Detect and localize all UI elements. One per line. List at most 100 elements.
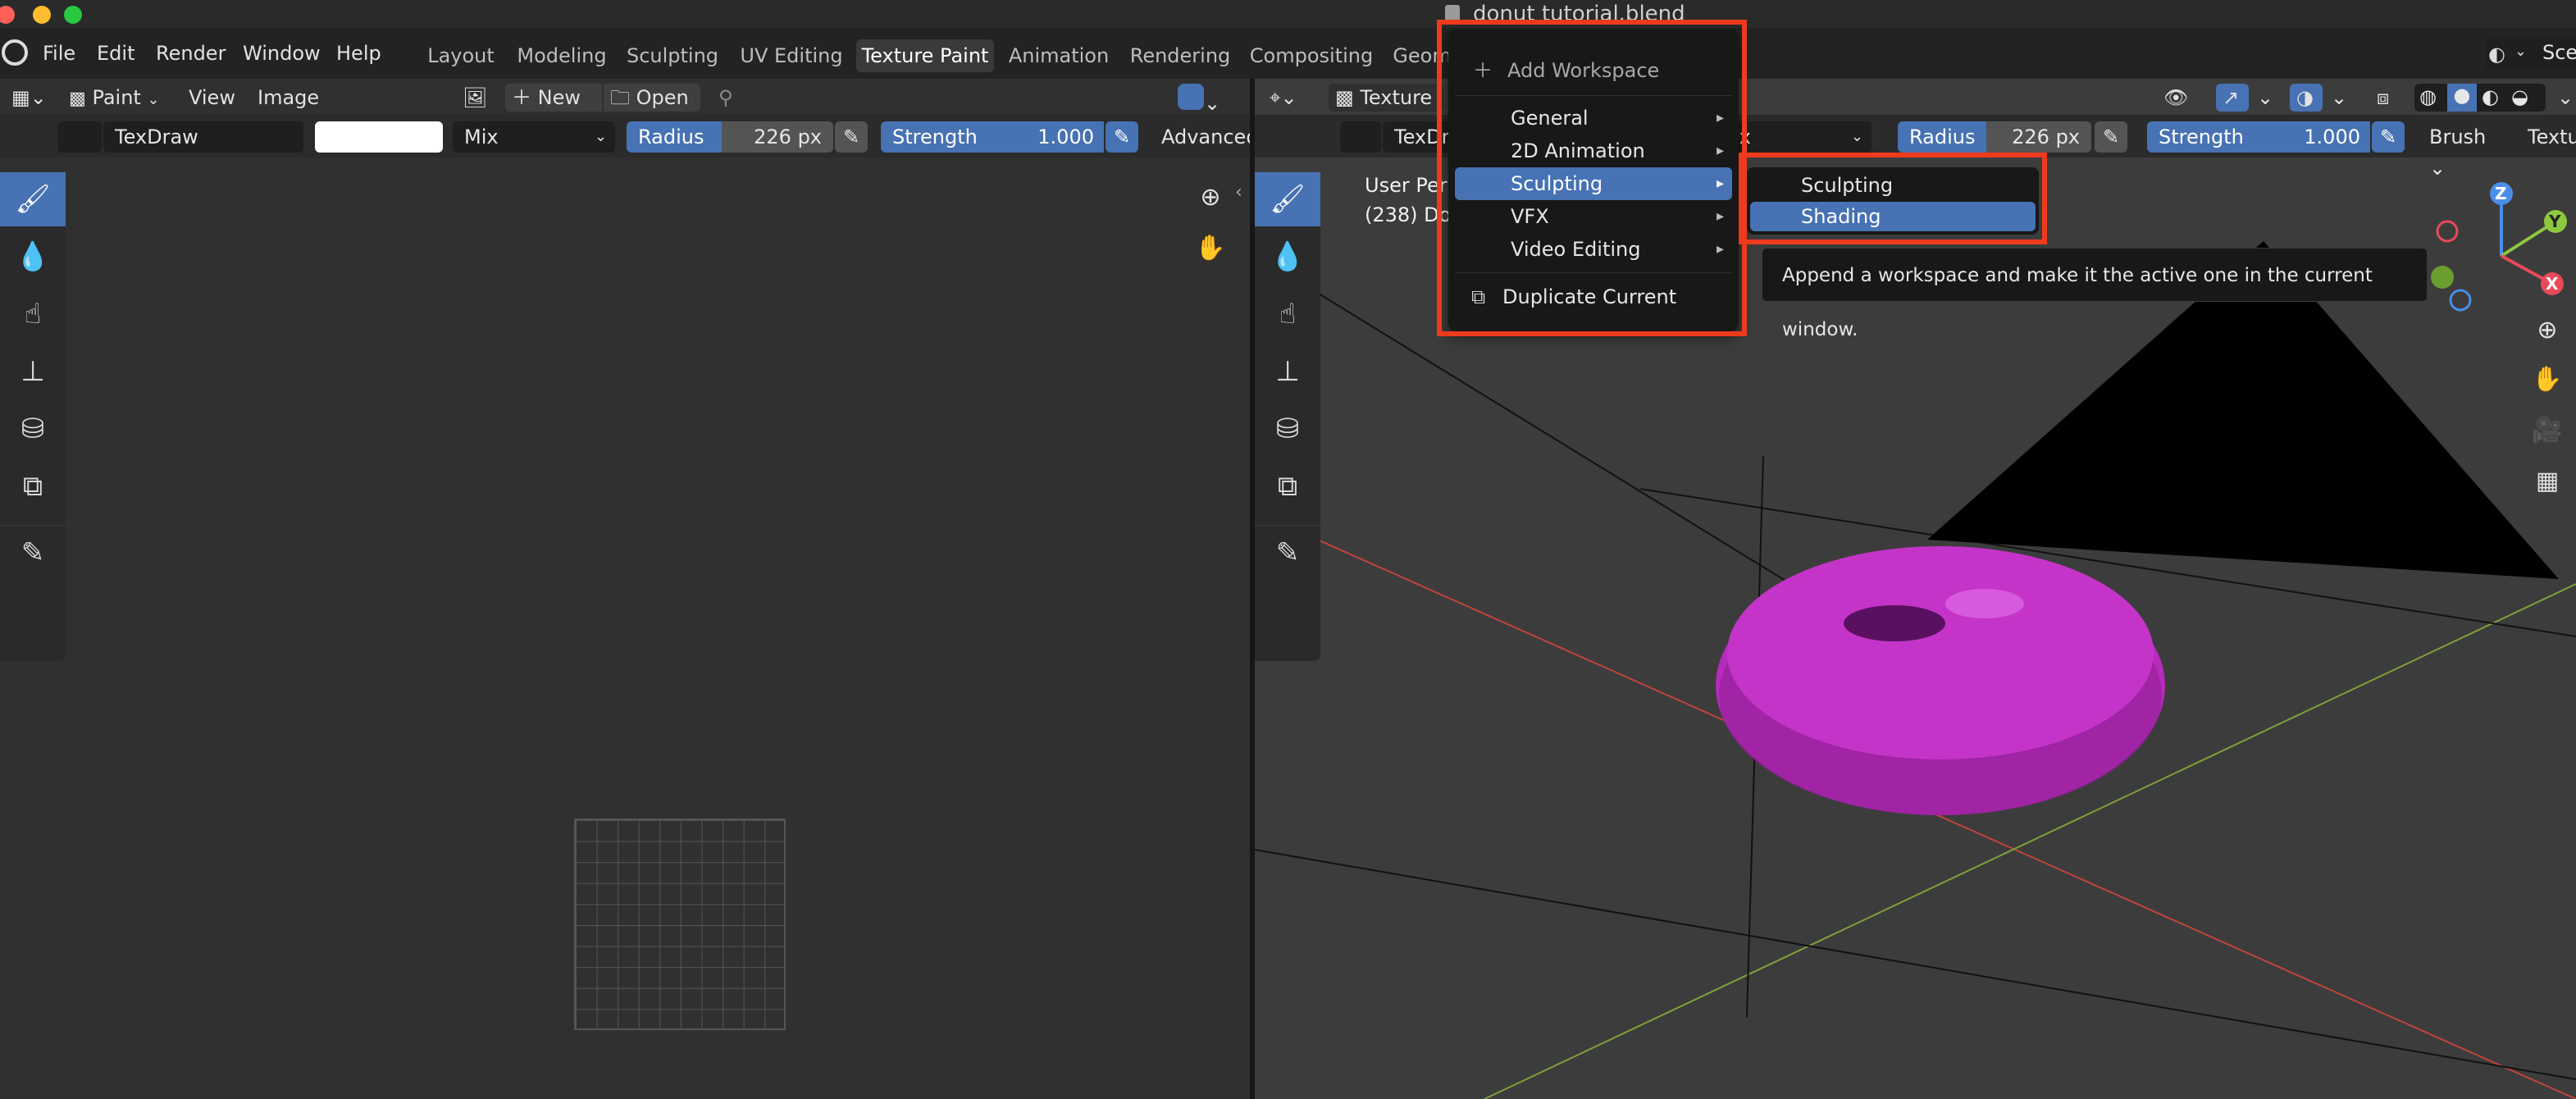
fill-bucket-icon[interactable]: ⛁ <box>1255 402 1320 456</box>
tooltip: Append a workspace and make it the activ… <box>1762 248 2428 340</box>
soften-icon[interactable]: 💧 <box>0 230 66 284</box>
fill-bucket-icon[interactable]: ⛁ <box>0 402 66 456</box>
strength-value: 1.000 <box>2304 125 2360 148</box>
radius-pressure-icon[interactable]: ✎ <box>835 121 868 153</box>
strength-pressure-icon[interactable]: ✎ <box>1106 121 1138 153</box>
minimize-window-button[interactable] <box>33 6 51 24</box>
brush-color-swatch[interactable] <box>315 121 443 153</box>
brush-name-field[interactable]: TexDraw <box>103 121 303 153</box>
solid-shading-icon[interactable]: ● <box>2447 84 2477 112</box>
image-browse-icon[interactable]: 🖼⌄ <box>456 84 502 137</box>
close-window-button[interactable] <box>0 6 15 24</box>
tab-rendering[interactable]: Rendering <box>1124 39 1237 72</box>
xray-toggle-icon[interactable]: ⧈ <box>2370 84 2403 112</box>
tab-animation[interactable]: Animation <box>1005 39 1112 72</box>
material-shading-icon[interactable]: ◐ <box>2482 85 2499 108</box>
tab-uv-editing[interactable]: UV Editing <box>735 39 848 72</box>
blender-logo-icon[interactable] <box>2 39 28 66</box>
ortho-grid-icon[interactable]: ▦ <box>2526 459 2569 502</box>
strength-pressure-icon[interactable]: ✎ <box>2372 121 2405 153</box>
smear-icon[interactable]: ☝ <box>0 287 66 341</box>
menu-edit[interactable]: Edit <box>97 38 134 69</box>
image-menu[interactable]: Image <box>251 84 326 112</box>
radius-label: Radius <box>1898 121 1986 153</box>
pin-icon[interactable]: ⚲ <box>712 84 745 112</box>
editor-type-icon[interactable]: ▦⌄ <box>5 84 49 112</box>
radius-slider[interactable]: 226 px <box>722 121 833 153</box>
rendered-shading-icon[interactable]: ◒ <box>2511 85 2528 108</box>
menu-window[interactable]: Window <box>243 38 321 69</box>
scene-name: Sce <box>2542 41 2576 64</box>
advanced-dropdown[interactable]: Advanced <box>1150 121 1259 153</box>
tab-compositing[interactable]: Compositing <box>1248 39 1375 72</box>
tab-modeling[interactable]: Modeling <box>515 39 609 72</box>
annotate-icon[interactable]: ✎ <box>1255 525 1320 579</box>
pan-hand-icon[interactable]: ✋ <box>2526 358 2569 400</box>
clone-stamp-icon[interactable]: ⊥ <box>0 344 66 399</box>
radius-slider[interactable]: 226 px <box>1986 121 2091 153</box>
tab-sculpting[interactable]: Sculpting <box>623 39 722 72</box>
chevron-down-icon[interactable]: ⌄ <box>2324 84 2349 112</box>
menu-file[interactable]: File <box>43 38 75 69</box>
open-image-button[interactable]: 🗀 Open <box>604 84 700 112</box>
grid-line <box>1255 849 2576 1080</box>
strength-slider[interactable]: Strength 1.000 <box>881 121 1104 153</box>
viewport-mode-selector[interactable]: ▩ Texture <box>1329 84 1443 112</box>
strength-label: Strength <box>2159 125 2244 148</box>
top-bar: File Edit Render Window Help Layout Mode… <box>0 28 2576 79</box>
tab-texture-paint[interactable]: Texture Paint <box>856 39 994 72</box>
blend-mode-dropdown[interactable]: Mix ⌄ <box>453 121 615 153</box>
editor-type-icon[interactable]: ⌖⌄ <box>1263 84 1320 112</box>
camera-view-icon[interactable]: 🎥 <box>2526 408 2569 451</box>
mode-label: Paint <box>92 86 141 109</box>
new-image-button[interactable]: ＋ New <box>505 84 602 112</box>
donut-highlight <box>1945 589 2024 618</box>
zoom-window-button[interactable] <box>64 6 82 24</box>
menu-help[interactable]: Help <box>336 38 381 69</box>
tab-layout[interactable]: Layout <box>423 39 499 72</box>
draw-brush-icon[interactable]: 🖌 <box>1255 172 1320 226</box>
menu-render[interactable]: Render <box>156 38 226 69</box>
mask-icon[interactable]: ⧉ <box>1255 459 1320 513</box>
checker-icon: ▩ <box>1335 86 1361 109</box>
plus-icon: ＋ <box>512 86 538 109</box>
chevron-down-icon[interactable]: ⌄ <box>2551 84 2575 112</box>
overlay-toggle-icon[interactable]: ⌄ <box>1171 84 1229 115</box>
smear-icon[interactable]: ☝ <box>1255 287 1320 341</box>
zoom-icon[interactable]: ⊕ <box>2526 308 2569 351</box>
folder-icon: 🗀 <box>610 86 636 109</box>
highlight-box-submenu <box>1739 153 2047 244</box>
zoom-icon[interactable]: ⊕ <box>1189 176 1232 218</box>
view-menu[interactable]: View <box>182 84 242 112</box>
checker-icon: ▩ <box>69 89 86 109</box>
strength-slider[interactable]: Strength 1.000 <box>2147 121 2370 153</box>
clone-stamp-icon[interactable]: ⊥ <box>1255 344 1320 399</box>
annotate-icon[interactable]: ✎ <box>0 525 66 579</box>
wireframe-shading-icon[interactable]: ◍ <box>2419 85 2437 108</box>
pan-hand-icon[interactable]: ✋ <box>1189 226 1232 269</box>
image-editor-header: ▦⌄ ▩ Paint ⌄ View Image 🖼⌄ ＋ New 🗀 Open … <box>0 79 1250 137</box>
brush-icon[interactable] <box>1340 121 1381 153</box>
chevron-down-icon[interactable]: ⌄ <box>2250 84 2275 112</box>
highlight-box-menu <box>1437 20 1747 336</box>
radius-pressure-icon[interactable]: ✎ <box>2095 121 2127 153</box>
gizmo-toggle-icon[interactable]: ↗ <box>2216 84 2249 112</box>
soften-icon[interactable]: 💧 <box>1255 230 1320 284</box>
texture-dropdown[interactable]: Textu <box>2516 121 2576 153</box>
chevron-down-icon: ⌄ <box>147 91 160 108</box>
sidebar-toggle-chevron-icon[interactable]: ‹ <box>1235 182 1242 203</box>
viewport-mode-label: Texture <box>1360 86 1433 109</box>
mode-selector[interactable]: ▩ Paint ⌄ <box>62 84 167 112</box>
shading-modes: ◍ ● ◐ ◒ <box>2414 84 2546 112</box>
navigation-gizmo[interactable]: Z Y X <box>2419 174 2575 330</box>
mask-icon[interactable]: ⧉ <box>0 459 66 513</box>
visibility-icon[interactable]: 👁⌄ <box>2157 84 2201 137</box>
open-label: Open <box>636 86 689 109</box>
tool-settings-bar: TexDraw Mix ⌄ Radius 226 px ✎ Strength 1… <box>0 115 1259 157</box>
overlay-toggle-icon[interactable]: ◑ <box>2290 84 2323 112</box>
image-canvas-grid[interactable] <box>574 819 786 1030</box>
draw-brush-icon[interactable]: 🖌 <box>0 172 66 226</box>
brush-icon[interactable] <box>57 121 102 153</box>
brush-dropdown[interactable]: Brush ⌄ <box>2418 121 2513 180</box>
scene-selector[interactable]: ◐ ⌄ Sce <box>2485 38 2576 71</box>
